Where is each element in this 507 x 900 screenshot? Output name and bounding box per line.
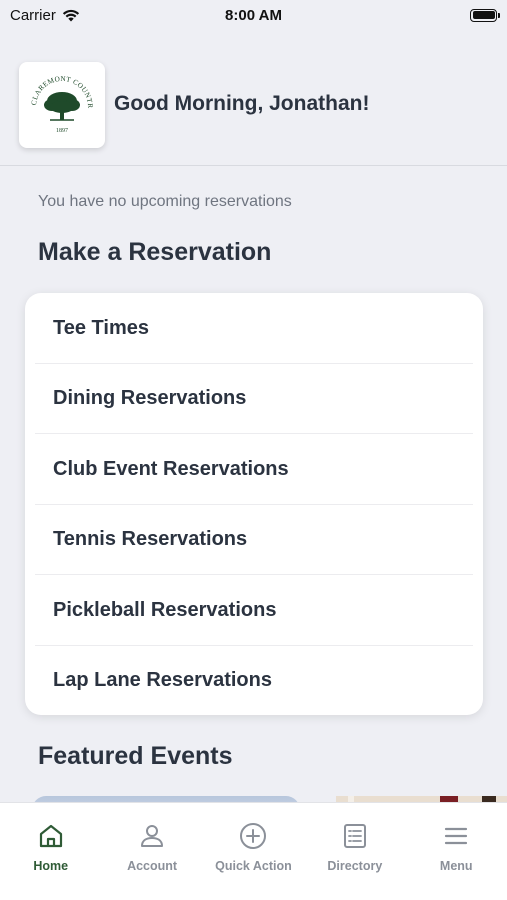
tab-home[interactable]: Home bbox=[0, 803, 101, 900]
tab-quick-action[interactable]: Quick Action bbox=[203, 803, 304, 900]
pickleball-reservations-item[interactable]: Pickleball Reservations bbox=[25, 575, 483, 646]
carrier-label: Carrier bbox=[10, 6, 56, 24]
person-icon bbox=[141, 825, 164, 847]
greeting-text: Good Morning, Jonathan! bbox=[114, 92, 370, 115]
tennis-reservations-item[interactable]: Tennis Reservations bbox=[25, 505, 483, 576]
club-logo[interactable]: CLAREMONT COUNTRY CLUB 1897 bbox=[19, 62, 105, 148]
reservation-item-label: Club Event Reservations bbox=[53, 457, 289, 480]
reservation-item-label: Tee Times bbox=[53, 316, 149, 339]
tab-label: Account bbox=[127, 859, 178, 873]
tab-menu[interactable]: Menu bbox=[406, 803, 507, 900]
svg-text:1897: 1897 bbox=[56, 128, 68, 134]
home-icon bbox=[39, 824, 62, 848]
tab-label: Quick Action bbox=[215, 859, 292, 873]
tab-bar: Home Account Quick Action Directory Menu bbox=[0, 802, 507, 900]
reservation-card: Tee Times Dining Reservations Club Event… bbox=[25, 293, 483, 715]
no-reservations-message: You have no upcoming reservations bbox=[38, 193, 292, 210]
status-bar: Carrier 8:00 AM bbox=[0, 0, 507, 30]
tab-directory[interactable]: Directory bbox=[304, 803, 405, 900]
tab-account[interactable]: Account bbox=[102, 803, 203, 900]
club-logo-image: CLAREMONT COUNTRY CLUB 1897 bbox=[24, 67, 94, 134]
tab-label: Directory bbox=[327, 859, 383, 873]
status-left: Carrier bbox=[10, 7, 80, 24]
tab-label: Menu bbox=[439, 859, 473, 873]
wifi-icon bbox=[62, 9, 79, 22]
tab-label: Home bbox=[33, 859, 69, 873]
lap-lane-reservations-item[interactable]: Lap Lane Reservations bbox=[25, 646, 483, 716]
list-icon bbox=[343, 824, 366, 848]
hamburger-icon bbox=[445, 827, 468, 845]
plus-circle-icon bbox=[240, 823, 267, 849]
reservation-item-label: Tennis Reservations bbox=[53, 528, 248, 551]
reservation-item-label: Lap Lane Reservations bbox=[53, 669, 272, 692]
header: CLAREMONT COUNTRY CLUB 1897 Good Morning… bbox=[0, 30, 507, 166]
reservation-item-label: Pickleball Reservations bbox=[53, 598, 277, 621]
battery-icon bbox=[470, 8, 500, 22]
featured-events-title: Featured Events bbox=[38, 742, 233, 770]
make-reservation-title: Make a Reservation bbox=[38, 238, 272, 266]
tee-times-item[interactable]: Tee Times bbox=[25, 293, 483, 364]
club-event-reservations-item[interactable]: Club Event Reservations bbox=[25, 434, 483, 505]
reservation-item-label: Dining Reservations bbox=[53, 387, 247, 410]
dining-reservations-item[interactable]: Dining Reservations bbox=[25, 364, 483, 435]
